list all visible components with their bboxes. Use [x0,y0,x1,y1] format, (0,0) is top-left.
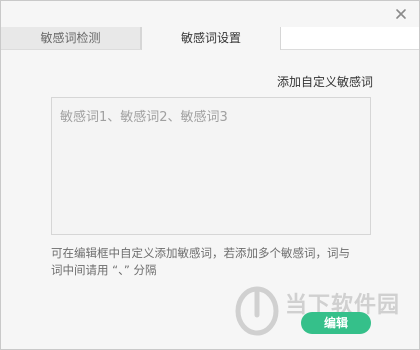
tab-bar-filler [281,27,419,49]
tab-sensitive-word-settings[interactable]: 敏感词设置 [141,27,281,50]
editor-hint-text: 可在编辑框中自定义添加敏感词，若添加多个敏感词，词与 词中间请用 “、” 分隔 [51,245,381,279]
title-bar [1,1,419,27]
add-custom-words-label: 添加自定义敏感词 [276,75,373,89]
settings-window: 敏感词检测 敏感词设置 添加自定义敏感词 可在编辑框中自定义添加敏感词，若添加多… [0,0,420,350]
hint-line-2: 词中间请用 “、” 分隔 [51,263,157,277]
close-icon[interactable] [393,6,409,22]
hint-line-1: 可在编辑框中自定义添加敏感词，若添加多个敏感词，词与 [51,246,350,260]
tab-bar: 敏感词检测 敏感词设置 [1,27,419,50]
watermark-logo-icon [235,286,279,336]
tab-sensitive-word-detection[interactable]: 敏感词检测 [1,27,141,49]
sensitive-words-editor[interactable] [51,97,371,235]
edit-button[interactable]: 编辑 [301,312,371,334]
